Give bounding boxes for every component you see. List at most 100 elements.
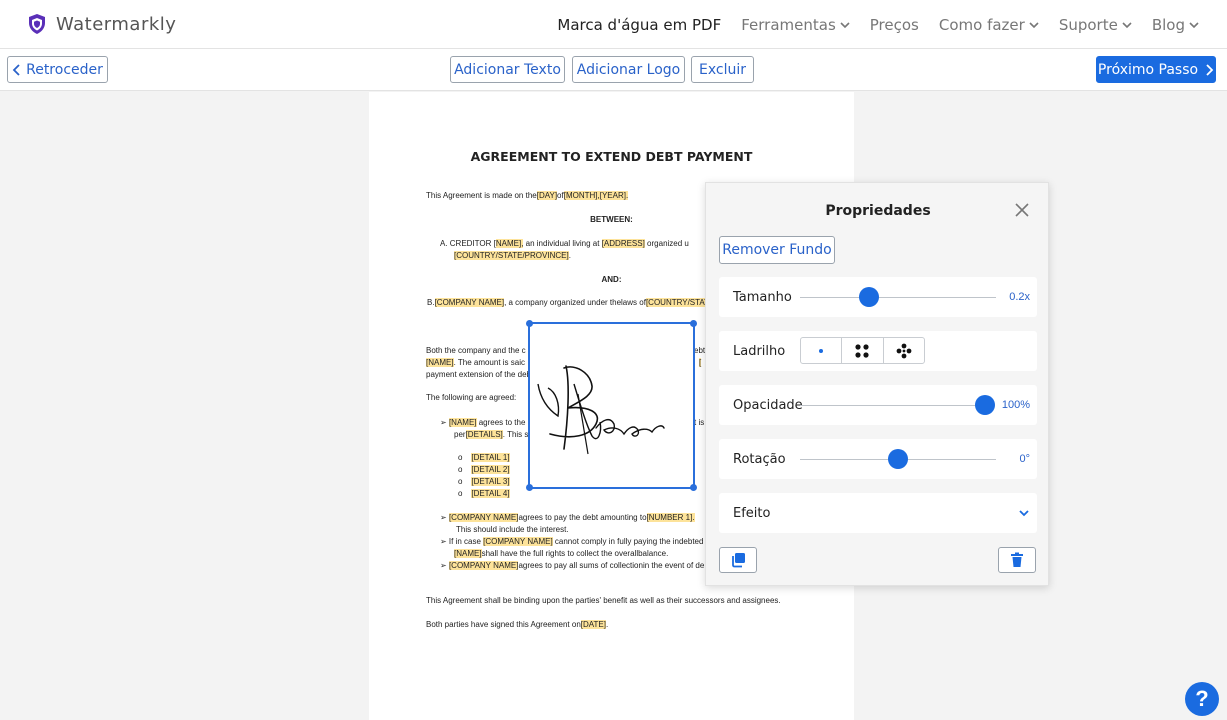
nav-how-to[interactable]: Como fazer [939, 16, 1039, 34]
opacity-slider-thumb[interactable] [975, 395, 995, 415]
chevron-down-icon [1122, 21, 1132, 28]
shield-logo-icon [29, 14, 45, 34]
back-button-label: Retroceder [26, 61, 103, 78]
nav-pdf-watermark-label: Marca d'água em PDF [557, 15, 722, 34]
doc-placeholder: [NAME] [426, 358, 454, 367]
panel-title: Propriedades [825, 203, 931, 219]
remove-background-button[interactable]: Remover Fundo [719, 236, 835, 264]
chevron-left-icon [12, 63, 20, 76]
doc-placeholder: [COMPANY NAME] [448, 513, 519, 522]
doc-line: ➢ [COMPANY NAME]agrees to pay the debt a… [440, 513, 695, 523]
resize-handle-top-right[interactable] [690, 319, 697, 327]
remove-background-label: Remover Fundo [722, 242, 832, 258]
opacity-value: 100% [1001, 399, 1030, 411]
doc-line: per[DETAILS]. This sh [454, 430, 533, 440]
size-slider-thumb[interactable] [858, 287, 879, 307]
chevron-down-icon [1029, 21, 1039, 28]
doc-line: [COUNTRY/STATE/PROVINCE]. [454, 251, 571, 261]
doc-text: an individual living at [523, 239, 602, 248]
watermark-selection[interactable] [525, 319, 697, 491]
nav-how-to-label: Como fazer [938, 15, 1025, 34]
help-button[interactable]: ? [1185, 682, 1219, 716]
size-value: 0.2x [1009, 291, 1030, 303]
doc-text: agrees to pay all sums of collectionin t… [518, 561, 705, 570]
chevron-down-icon[interactable] [1018, 508, 1030, 518]
doc-placeholder: [NAME] [448, 418, 477, 427]
doc-text: . [568, 251, 571, 260]
doc-placeholder: [DETAILS] [465, 430, 503, 439]
doc-line: ➢ [NAME] agrees to the [440, 418, 525, 428]
resize-handle-top-left[interactable] [525, 319, 533, 327]
tile-single-option[interactable] [801, 338, 843, 363]
opacity-label: Opacidade [733, 398, 803, 413]
size-slider-track[interactable] [800, 297, 996, 298]
doc-placeholder: [ [699, 358, 702, 367]
doc-text: organized u [644, 239, 689, 248]
delete-button[interactable]: Excluir [691, 56, 754, 83]
add-text-button[interactable]: Adicionar Texto [450, 56, 565, 83]
rotation-slider-thumb[interactable] [888, 449, 908, 469]
nav-tools[interactable]: Ferramentas [741, 16, 850, 34]
resize-handle-bottom-left[interactable] [525, 484, 533, 491]
doc-placeholder: [DETAIL 4] [471, 489, 510, 498]
add-logo-button[interactable]: Adicionar Logo [572, 56, 685, 83]
help-icon: ? [1195, 686, 1209, 711]
doc-line: ➢ [COMPANY NAME]agrees to pay all sums o… [440, 561, 704, 571]
doc-text: shall have the full rights to collect th… [481, 549, 669, 558]
doc-line: A. CREDITOR [NAME], an individual living… [440, 239, 689, 249]
doc-text: cannot comply in fully paying the indebt… [552, 537, 704, 546]
add-logo-button-label: Adicionar Logo [576, 61, 681, 78]
effect-row[interactable]: Efeito [719, 493, 1037, 533]
doc-placeholder: [COMPANY NAME] [448, 561, 519, 570]
chevron-down-icon [840, 21, 850, 28]
doc-line: This should include the interest. [456, 525, 569, 534]
doc-fragment: t is [694, 418, 705, 427]
size-label: Tamanho [733, 290, 792, 305]
doc-list-item: o [DETAIL 3] [458, 477, 510, 486]
opacity-slider-track[interactable] [800, 405, 985, 406]
top-navigation: Watermarkly Marca d'água em PDF Ferramen… [0, 0, 1227, 49]
brand[interactable]: Watermarkly [27, 13, 176, 35]
doc-text: ➢ [440, 418, 449, 427]
close-icon[interactable] [1013, 201, 1031, 219]
doc-placeholder: [NUMBER 1]. [646, 513, 695, 522]
delete-watermark-button[interactable] [998, 547, 1036, 573]
nav-links: Marca d'água em PDF Ferramentas Preços C… [557, 0, 1199, 49]
rotation-row: Rotação 0° [719, 439, 1037, 479]
doc-text: This Agreement is made on the [426, 191, 537, 200]
doc-placeholder: [COUNTRY/STATE/PROVINCE] [454, 251, 569, 260]
properties-panel: Propriedades Remover Fundo Tamanho 0.2x … [705, 182, 1049, 586]
doc-text: agrees to pay the debt amounting to [518, 513, 647, 522]
doc-line: payment extension of the deb [426, 370, 531, 379]
duplicate-button[interactable] [719, 547, 757, 573]
nav-pdf-watermark[interactable]: Marca d'água em PDF [557, 16, 721, 34]
brand-name: Watermarkly [56, 13, 177, 35]
doc-text: ➢ [440, 561, 449, 570]
doc-fragment: ebt [694, 346, 706, 355]
doc-placeholder: [DETAIL 1] [471, 453, 510, 462]
tile-row: Ladrilho [719, 331, 1037, 371]
nav-tools-label: Ferramentas [741, 15, 836, 34]
resize-handle-bottom-right[interactable] [690, 484, 697, 491]
trash-icon [1011, 552, 1023, 567]
nav-pricing[interactable]: Preços [870, 16, 919, 34]
four-dots-icon [855, 343, 870, 358]
doc-line: Both the company and the c [426, 346, 526, 355]
next-step-button-label: Próximo Passo [1097, 61, 1199, 78]
nav-blog[interactable]: Blog [1152, 16, 1199, 34]
doc-text: agrees to the [476, 418, 526, 427]
doc-text: , a company organized under thelaws of [504, 298, 646, 307]
doc-placeholder: NAME], [495, 239, 524, 248]
tile-grid-option[interactable] [842, 338, 884, 363]
doc-placeholder: [COMPANY NAME] [483, 537, 553, 546]
doc-text: A. CREDITOR [ [440, 239, 496, 248]
nav-support[interactable]: Suporte [1059, 16, 1132, 34]
five-dots-icon [896, 343, 912, 358]
tile-diamond-option[interactable] [884, 338, 924, 363]
back-button[interactable]: Retroceder [7, 56, 108, 83]
tile-options [800, 337, 925, 364]
add-text-button-label: Adicionar Texto [454, 61, 561, 78]
doc-line: This Agreement is made on the[DAY]of[MON… [426, 191, 629, 201]
next-step-button[interactable]: Próximo Passo [1096, 56, 1216, 83]
nav-pricing-label: Preços [869, 15, 919, 34]
